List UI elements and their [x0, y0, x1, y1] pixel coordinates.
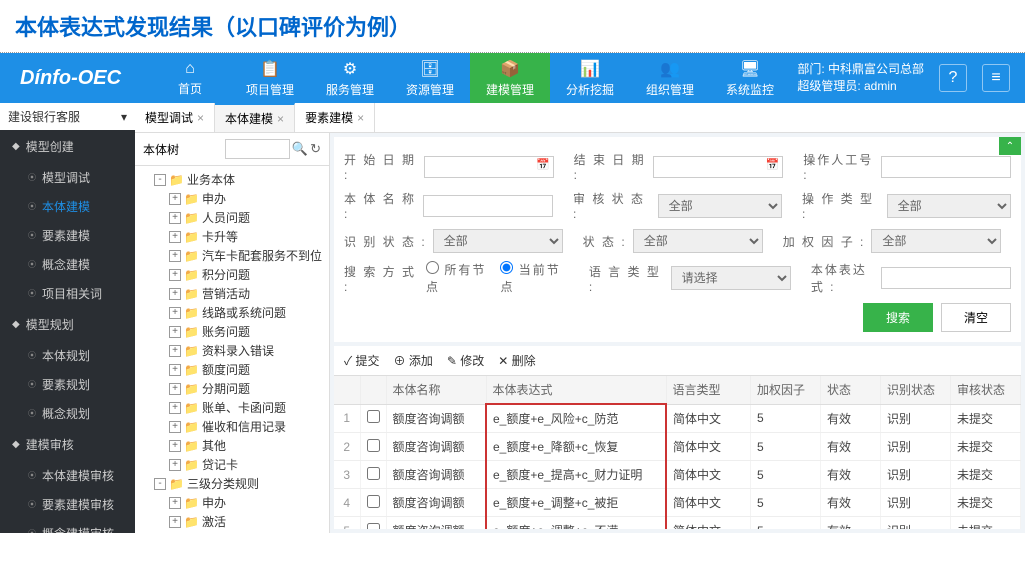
nav-服务管理[interactable]: ⚙服务管理 [310, 53, 390, 103]
tree-node[interactable]: +📁积分问题 [139, 265, 325, 284]
operator-input[interactable] [881, 156, 1011, 178]
tab[interactable]: 要素建模× [295, 103, 375, 132]
close-icon[interactable]: × [277, 112, 284, 126]
chevron-down-icon: ▾ [121, 110, 127, 124]
tree-node[interactable]: -📁业务本体 [139, 170, 325, 189]
tree-node[interactable]: +📁贷记卡 [139, 455, 325, 474]
tree-node[interactable]: +📁其他 [139, 436, 325, 455]
tree-node[interactable]: +📁卡升等 [139, 227, 325, 246]
tab[interactable]: 模型调试× [135, 103, 215, 132]
sidebar-item[interactable]: 概念规划 [0, 399, 135, 428]
table-row[interactable]: 1额度咨询调额e_额度+e_风险+c_防范简体中文5有效识别未提交 [334, 404, 1021, 433]
topbar: Dínfo-OEC ⌂首页📋项目管理⚙服务管理🗄资源管理📦建模管理📊分析挖掘👥组… [0, 53, 1025, 103]
nav-建模管理[interactable]: 📦建模管理 [470, 53, 550, 103]
table-row[interactable]: 5额度咨询调额e_额度+e_调整+c_不满简体中文5有效识别未提交 [334, 517, 1021, 530]
search-icon[interactable]: 🔍 [292, 141, 308, 157]
expression-input[interactable] [881, 267, 1011, 289]
radio-current-node[interactable]: 当前节点 [500, 261, 568, 295]
clear-button[interactable]: 清空 [941, 303, 1011, 332]
tab-bar: 模型调试×本体建模×要素建模× [135, 103, 1025, 133]
tree-title: 本体树 [143, 141, 179, 158]
tree-node[interactable]: +📁额度问题 [139, 360, 325, 379]
nav-组织管理[interactable]: 👥组织管理 [630, 53, 710, 103]
sidebar-item[interactable]: 模型调试 [0, 163, 135, 192]
sidebar-item[interactable]: 本体建模审核 [0, 461, 135, 490]
op-type-select[interactable]: 全部 [887, 194, 1011, 218]
tree-node[interactable]: +📁资料录入错误 [139, 341, 325, 360]
tree-node[interactable]: +📁分期问题 [139, 379, 325, 398]
close-icon[interactable]: × [197, 111, 204, 125]
sidebar-item[interactable]: 本体建模 [0, 192, 135, 221]
row-checkbox[interactable] [367, 467, 380, 480]
nav-资源管理[interactable]: 🗄资源管理 [390, 53, 470, 103]
row-checkbox[interactable] [367, 410, 380, 423]
close-icon[interactable]: × [357, 111, 364, 125]
nav: ⌂首页📋项目管理⚙服务管理🗄资源管理📦建模管理📊分析挖掘👥组织管理🖥系统监控 [150, 53, 790, 103]
sidebar-item[interactable]: 概念建模 [0, 250, 135, 279]
sidebar-item[interactable]: 概念建模审核 [0, 519, 135, 533]
ontology-name-input[interactable] [423, 195, 553, 217]
search-button[interactable]: 搜索 [863, 303, 933, 332]
tree-body: -📁业务本体+📁申办+📁人员问题+📁卡升等+📁汽车卡配套服务不到位+📁积分问题+… [135, 166, 329, 533]
table-row[interactable]: 2额度咨询调额e_额度+e_降额+c_恢复简体中文5有效识别未提交 [334, 433, 1021, 461]
tree-node[interactable]: +📁人员问题 [139, 208, 325, 227]
table-row[interactable]: 3额度咨询调额e_额度+e_提高+c_财力证明简体中文5有效识别未提交 [334, 461, 1021, 489]
tree-node[interactable]: +📁申办 [139, 493, 325, 512]
tree-node[interactable]: +📁营销活动 [139, 284, 325, 303]
result-grid: ✓ 提交 ⊕ 添加 ✎ 修改 ✕ 删除 本体名称本体表达式语言类型加权因子状态识别状态… [334, 346, 1021, 529]
radio-all-nodes[interactable]: 所有节点 [426, 261, 494, 295]
status-select[interactable]: 全部 [633, 229, 763, 253]
row-checkbox[interactable] [367, 439, 380, 452]
tree-node[interactable]: +📁线路或系统问题 [139, 303, 325, 322]
row-checkbox[interactable] [367, 495, 380, 508]
tree-panel: 本体树 🔍 ↻ -📁业务本体+📁申办+📁人员问题+📁卡升等+📁汽车卡配套服务不到… [135, 133, 330, 533]
page-title: 本体表达式发现结果（以口碑评价为例） [0, 0, 1025, 53]
tree-node[interactable]: -📁三级分类规则 [139, 474, 325, 493]
sidebar-item[interactable]: 要素建模 [0, 221, 135, 250]
sidebar-item[interactable]: 本体规划 [0, 341, 135, 370]
tree-search-input[interactable] [225, 139, 290, 159]
result-table: 本体名称本体表达式语言类型加权因子状态识别状态审核状态1额度咨询调额e_额度+e… [334, 376, 1021, 529]
tree-node[interactable]: +📁催收和信用记录 [139, 417, 325, 436]
recognize-select[interactable]: 全部 [433, 229, 563, 253]
grid-tool[interactable]: ⊕ 添加 [394, 352, 433, 369]
table-row[interactable]: 4额度咨询调额e_额度+e_调整+c_被拒简体中文5有效识别未提交 [334, 489, 1021, 517]
nav-项目管理[interactable]: 📋项目管理 [230, 53, 310, 103]
nav-分析挖掘[interactable]: 📊分析挖掘 [550, 53, 630, 103]
tree-node[interactable]: +📁申办 [139, 189, 325, 208]
nav-首页[interactable]: ⌂首页 [150, 53, 230, 103]
tree-node[interactable]: +📁汽车卡配套服务不到位 [139, 246, 325, 265]
tree-node[interactable]: +📁账务问题 [139, 322, 325, 341]
sidebar-item[interactable]: 要素建模审核 [0, 490, 135, 519]
tab[interactable]: 本体建模× [215, 103, 295, 132]
menu-icon[interactable]: ≡ [982, 64, 1010, 92]
sidebar-group[interactable]: 模型规划 [0, 308, 135, 341]
sidebar-item[interactable]: 要素规划 [0, 370, 135, 399]
sidebar-group[interactable]: 模型创建 [0, 130, 135, 163]
sidebar-group[interactable]: 建模审核 [0, 428, 135, 461]
logo: Dínfo-OEC [0, 67, 150, 90]
tree-node[interactable]: +📁激活 [139, 512, 325, 531]
lang-select[interactable]: 请选择 [671, 266, 791, 290]
grid-tool[interactable]: ✎ 修改 [447, 352, 484, 369]
grid-toolbar: ✓ 提交 ⊕ 添加 ✎ 修改 ✕ 删除 [334, 346, 1021, 376]
start-date-input[interactable] [424, 156, 554, 178]
collapse-icon[interactable]: ⌃ [999, 137, 1021, 155]
filter-panel: ⌃ 开 始 日 期 : 结 束 日 期 : 操作人工号 : 本 体 名 称 : … [334, 137, 1021, 342]
sidebar: 建设银行客服▾ 模型创建模型调试本体建模要素建模概念建模项目相关词模型规划本体规… [0, 103, 135, 533]
weight-select[interactable]: 全部 [871, 229, 1001, 253]
help-icon[interactable]: ? [939, 64, 967, 92]
grid-tool[interactable]: ✓ 提交 [344, 352, 380, 369]
nav-系统监控[interactable]: 🖥系统监控 [710, 53, 790, 103]
user-info: 部门: 中科鼎富公司总部 超级管理员: admin [797, 61, 924, 95]
project-selector[interactable]: 建设银行客服▾ [0, 103, 135, 130]
sidebar-item[interactable]: 项目相关词 [0, 279, 135, 308]
refresh-icon[interactable]: ↻ [310, 141, 321, 157]
grid-tool[interactable]: ✕ 删除 [498, 352, 535, 369]
end-date-input[interactable] [653, 156, 783, 178]
tree-node[interactable]: -📁额度 [139, 531, 325, 533]
audit-select[interactable]: 全部 [658, 194, 782, 218]
tree-node[interactable]: +📁账单、卡函问题 [139, 398, 325, 417]
row-checkbox[interactable] [367, 523, 380, 530]
